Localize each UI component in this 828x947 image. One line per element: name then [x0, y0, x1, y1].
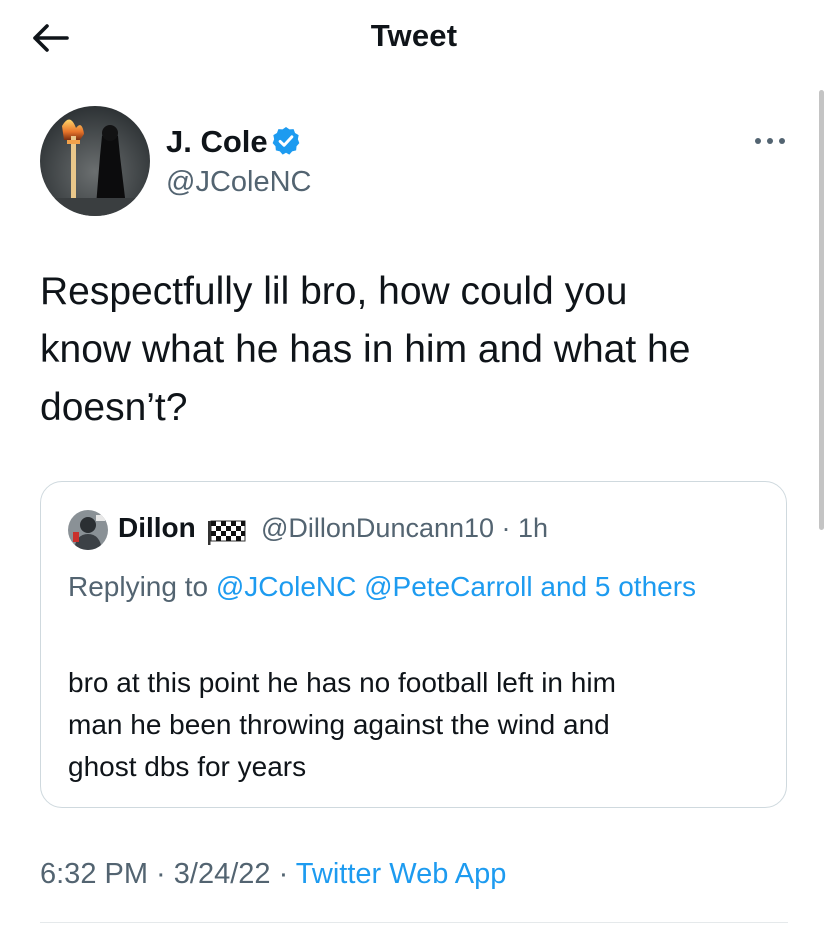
quoted-tweet-card[interactable]: Dillon @DillonDuncann10 · 1h Replying to…	[40, 481, 787, 808]
reply-mention-others[interactable]: and 5 others	[533, 571, 696, 602]
quoted-author-handle: @DillonDuncann10	[261, 513, 495, 543]
author-avatar[interactable]	[40, 106, 150, 216]
avatar-image	[40, 106, 150, 216]
author-name[interactable]: J. Cole	[166, 124, 268, 160]
replying-to-line: Replying to @JColeNC @PeteCarroll and 5 …	[68, 564, 708, 610]
tweet-text: Respectfully lil bro, how could you know…	[40, 270, 691, 429]
replying-to-prefix: Replying to	[68, 571, 216, 602]
quoted-author-avatar	[68, 510, 108, 550]
quoted-tweet-text: bro at this point he has no football lef…	[68, 667, 616, 782]
quoted-tweet-time: · 1h	[494, 513, 549, 543]
tweet-timestamp[interactable]: 6:32 PM · 3/24/22 ·	[40, 858, 296, 890]
quoted-author-name: Dillon	[118, 512, 196, 543]
more-options-button[interactable]	[750, 128, 790, 154]
tweet-source-link[interactable]: Twitter Web App	[296, 858, 507, 890]
checkered-flag-icon	[207, 519, 247, 550]
more-horizontal-icon	[755, 138, 785, 144]
scrollbar[interactable]	[819, 90, 824, 530]
author-handle[interactable]: @JColeNC	[166, 166, 311, 199]
top-bar: Tweet	[0, 0, 828, 78]
verified-badge-icon	[270, 125, 302, 157]
page-title: Tweet	[370, 18, 458, 53]
divider	[40, 922, 788, 923]
quoted-author-meta: @DillonDuncann10 · 1h	[261, 513, 548, 544]
tweet-timestamp-line: 6:32 PM · 3/24/22 · Twitter Web App	[40, 858, 506, 891]
reply-mention-jcolenc[interactable]: @JColeNC	[216, 571, 356, 602]
reply-mention-petecarroll[interactable]: @PeteCarroll	[356, 571, 533, 602]
